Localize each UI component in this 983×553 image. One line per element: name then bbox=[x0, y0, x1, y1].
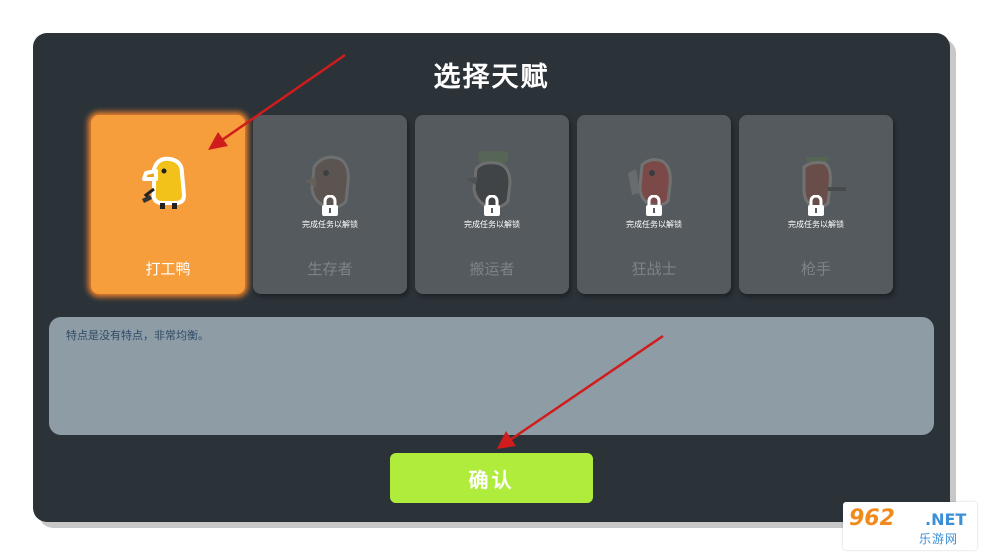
watermark-subtitle: 乐游网 bbox=[919, 532, 959, 546]
lock-icon bbox=[484, 195, 500, 216]
talent-card-berserker[interactable]: 完成任务以解锁 狂战士 bbox=[577, 115, 731, 294]
talent-card-porter[interactable]: 完成任务以解锁 搬运者 bbox=[415, 115, 569, 294]
lock-icon bbox=[646, 195, 662, 216]
talent-card-gunner[interactable]: 完成任务以解锁 枪手 bbox=[739, 115, 893, 294]
talent-card-survivor[interactable]: 完成任务以解锁 生存者 bbox=[253, 115, 407, 294]
talent-name: 打工鸭 bbox=[145, 260, 191, 278]
site-watermark: 962 .NET 乐游网 bbox=[843, 502, 977, 550]
talent-name: 搬运者 bbox=[469, 260, 515, 278]
talent-name: 枪手 bbox=[800, 260, 831, 278]
unlock-hint: 完成任务以解锁 bbox=[464, 220, 520, 229]
unlock-hint: 完成任务以解锁 bbox=[788, 220, 844, 229]
unlock-hint: 完成任务以解锁 bbox=[302, 220, 358, 229]
talent-description: 特点是没有特点，非常均衡。 bbox=[66, 329, 209, 342]
lock-icon bbox=[322, 195, 338, 216]
talent-description-box: 特点是没有特点，非常均衡。 bbox=[49, 317, 934, 435]
unlock-hint: 完成任务以解锁 bbox=[626, 220, 682, 229]
talent-card-worker-duck[interactable]: 打工鸭 bbox=[91, 115, 245, 294]
confirm-button[interactable]: 确认 bbox=[390, 453, 593, 503]
talent-name: 生存者 bbox=[307, 260, 353, 278]
duck-icon bbox=[142, 156, 186, 209]
watermark-logo: 962 bbox=[849, 506, 895, 531]
talent-selection-panel: 选择天赋 打工鸭 完成任务以解锁 生存者 完成任务以解锁 搬运者 完成任务以解锁… bbox=[33, 33, 950, 522]
talent-name: 狂战士 bbox=[631, 260, 677, 278]
lock-icon bbox=[808, 195, 824, 216]
page-title: 选择天赋 bbox=[433, 62, 550, 93]
watermark-net: .NET bbox=[925, 510, 967, 529]
